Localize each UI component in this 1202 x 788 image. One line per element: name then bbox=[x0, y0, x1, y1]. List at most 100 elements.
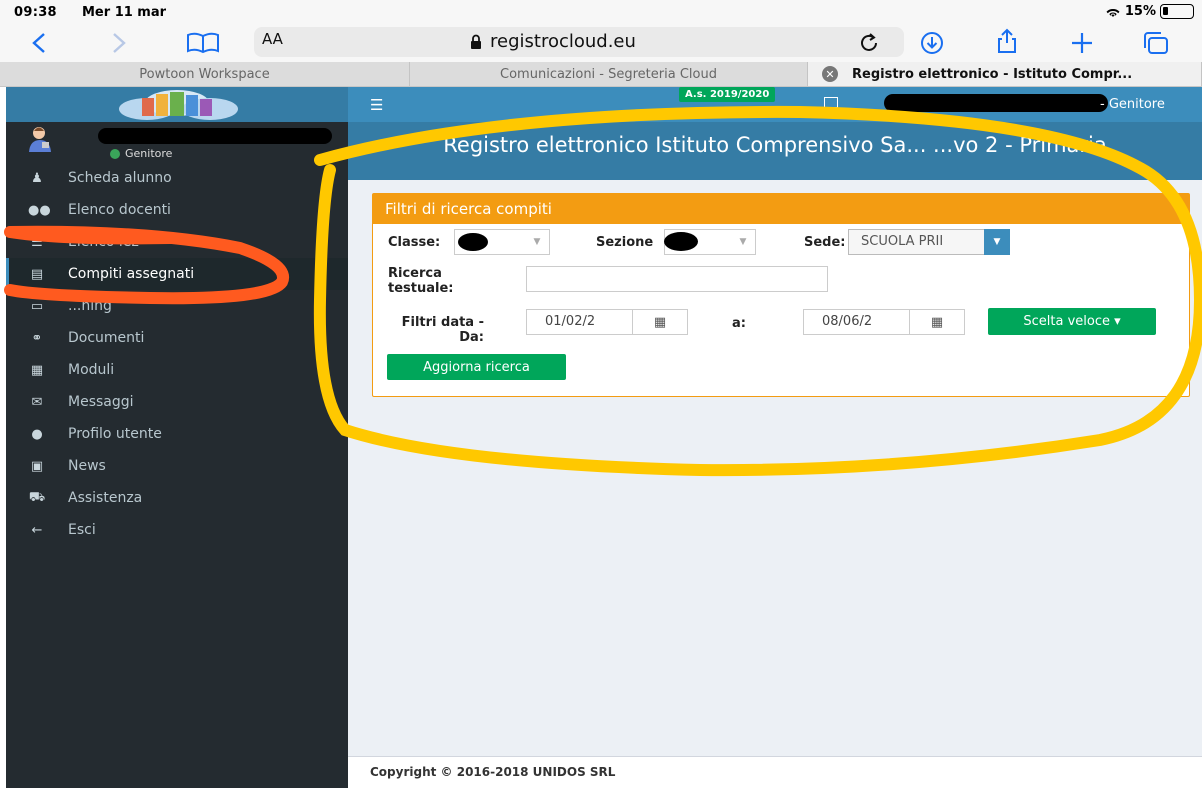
sidebar-item-scheda-alunno[interactable]: ♟ Scheda alunno bbox=[6, 162, 348, 194]
ricerca-testuale-input[interactable] bbox=[526, 266, 828, 292]
close-tab-icon[interactable]: ✕ bbox=[822, 66, 838, 82]
tab-comunicazioni[interactable]: Comunicazioni - Segreteria Cloud bbox=[410, 62, 808, 86]
sidebar-item-documenti[interactable]: ⚭ Documenti bbox=[6, 322, 348, 354]
lock-icon bbox=[471, 34, 481, 49]
user-role-top[interactable]: - Genitore bbox=[1100, 97, 1165, 112]
sidebar-item-news[interactable]: ▣ News bbox=[6, 450, 348, 482]
sidebar-item-label: Compiti assegnati bbox=[68, 266, 195, 282]
sede-select[interactable]: SCUOLA PRII ▼ bbox=[848, 229, 1010, 255]
back-icon[interactable] bbox=[30, 28, 50, 58]
ios-status-bar: 09:38 Mer 11 mar 15% bbox=[0, 0, 1202, 24]
sidebar-item-compiti-assegnati[interactable]: ▤ Compiti assegnati bbox=[6, 258, 348, 290]
sezione-label: Sezione bbox=[596, 235, 654, 250]
text-size-button[interactable]: AA bbox=[262, 30, 283, 48]
elearning-icon: ▭ bbox=[30, 298, 44, 314]
sidebar: Genitore ♟ Scheda alunno ●● Elenco docenti… bbox=[6, 87, 348, 788]
online-dot-icon bbox=[110, 148, 120, 159]
list-icon: ☰ bbox=[31, 234, 43, 250]
ambulance-icon: ⛟ bbox=[28, 489, 46, 505]
sidebar-item-label: Scheda alunno bbox=[68, 170, 172, 186]
sidebar-item-label: Messaggi bbox=[68, 394, 134, 410]
footer-copyright: Copyright © 2016-2018 UNIDOS SRL bbox=[348, 756, 1202, 788]
ricerca-label: Ricerca testuale: bbox=[388, 266, 454, 296]
url-text: registrocloud.eu bbox=[490, 31, 636, 52]
user-panel: Genitore bbox=[6, 122, 348, 162]
wifi-icon bbox=[1106, 8, 1120, 17]
sidebar-item-elearning[interactable]: ▭ ...ning bbox=[6, 290, 348, 322]
date: Mer 11 mar bbox=[82, 5, 167, 20]
tab-registro-label: Registro elettronico - Istituto Compr... bbox=[852, 66, 1133, 82]
arrow-left-icon: ← bbox=[31, 522, 43, 538]
user-role: Genitore bbox=[125, 147, 173, 160]
sidebar-item-label: Profilo utente bbox=[68, 426, 162, 442]
sidebar-item-label: Elenco lez bbox=[68, 234, 139, 250]
assignment-icon: ▤ bbox=[30, 266, 44, 282]
calendar-icon[interactable]: ▦ bbox=[909, 309, 965, 335]
download-icon[interactable] bbox=[920, 28, 944, 58]
sidebar-brand[interactable] bbox=[6, 87, 348, 122]
newspaper-icon: ▣ bbox=[30, 458, 44, 474]
chevron-down-icon: ▼ bbox=[739, 237, 747, 247]
redacted-classe-value bbox=[458, 233, 488, 251]
sidebar-item-label: News bbox=[68, 458, 106, 474]
menu-toggle-icon[interactable]: ☰ bbox=[370, 96, 383, 114]
share-icon[interactable] bbox=[996, 26, 1018, 56]
tab-registro[interactable]: ✕ Registro elettronico - Istituto Compr.… bbox=[808, 62, 1202, 86]
screenshot-root: 09:38 Mer 11 mar 15% AA registrocloud.eu bbox=[0, 0, 1202, 788]
child-icon: ♟ bbox=[31, 170, 43, 186]
battery-indicator: 15% bbox=[1105, 4, 1194, 19]
sidebar-item-profilo-utente[interactable]: ● Profilo utente bbox=[6, 418, 348, 450]
sidebar-item-elenco-docenti[interactable]: ●● Elenco docenti bbox=[6, 194, 348, 226]
sidebar-item-assistenza[interactable]: ⛟ Assistenza bbox=[6, 482, 348, 514]
messages-icon[interactable] bbox=[824, 97, 838, 108]
sede-value: SCUOLA PRII bbox=[861, 234, 944, 249]
avatar bbox=[29, 127, 51, 152]
sidebar-item-label: Documenti bbox=[68, 330, 145, 346]
bookmarks-icon[interactable] bbox=[186, 28, 220, 58]
sidebar-item-messaggi[interactable]: ✉ Messaggi bbox=[6, 386, 348, 418]
reload-icon[interactable] bbox=[858, 28, 880, 58]
filtri-data-label: Filtri data - Da: bbox=[401, 315, 484, 345]
tabs-overview-icon[interactable] bbox=[1142, 28, 1170, 58]
url-display[interactable]: registrocloud.eu bbox=[470, 31, 636, 52]
sidebar-item-label: Elenco docenti bbox=[68, 202, 171, 218]
classe-label: Classe: bbox=[388, 235, 441, 250]
sede-label: Sede: bbox=[804, 235, 846, 250]
tab-powtoon[interactable]: Powtoon Workspace bbox=[0, 62, 410, 86]
new-tab-icon[interactable] bbox=[1070, 28, 1094, 58]
user-icon: ● bbox=[31, 426, 43, 442]
user-status: Genitore bbox=[110, 147, 172, 160]
sidebar-item-moduli[interactable]: ▦ Moduli bbox=[6, 354, 348, 386]
date-to-input[interactable]: 08/06/2 bbox=[803, 309, 911, 335]
envelope-icon: ✉ bbox=[31, 394, 43, 410]
page-title: Registro elettronico Istituto Comprensiv… bbox=[348, 122, 1202, 180]
sidebar-item-label: Esci bbox=[68, 522, 96, 538]
a-label: a: bbox=[732, 316, 746, 331]
registrocloud-logo bbox=[119, 90, 238, 120]
paperclip-icon: ⚭ bbox=[31, 330, 43, 346]
date-from-input[interactable]: 01/02/2 bbox=[526, 309, 634, 335]
scelta-veloce-button[interactable]: Scelta veloce ▾ bbox=[988, 308, 1156, 335]
battery-percent: 15% bbox=[1124, 4, 1156, 19]
sidebar-item-label: ...ning bbox=[68, 298, 112, 314]
sidebar-item-label: Assistenza bbox=[68, 490, 143, 506]
sidebar-item-label: Moduli bbox=[68, 362, 115, 378]
forward-icon[interactable] bbox=[108, 28, 128, 58]
users-icon: ●● bbox=[28, 202, 51, 218]
sidebar-menu: ♟ Scheda alunno ●● Elenco docenti ☰ Elenco … bbox=[6, 162, 348, 546]
filters-panel-title: Filtri di ricerca compiti bbox=[373, 194, 1189, 224]
redacted-user-name bbox=[98, 128, 332, 144]
battery-icon bbox=[1160, 4, 1194, 19]
calendar-icon[interactable]: ▦ bbox=[632, 309, 688, 335]
sidebar-item-esci[interactable]: ← Esci bbox=[6, 514, 348, 546]
sidebar-item-elenco-lezioni[interactable]: ☰ Elenco lez bbox=[6, 226, 348, 258]
school-year-badge: A.s. 2019/2020 bbox=[679, 87, 776, 102]
top-navbar: ☰ A.s. 2019/2020 - Genitore bbox=[348, 87, 1202, 122]
main-content: ☰ A.s. 2019/2020 - Genitore Registro ele… bbox=[348, 87, 1202, 788]
redacted-user-name-top bbox=[884, 94, 1108, 112]
aggiorna-ricerca-button[interactable]: Aggiorna ricerca bbox=[387, 354, 566, 380]
redacted-sezione-value bbox=[664, 232, 698, 251]
browser-tab-strip: Powtoon Workspace Comunicazioni - Segret… bbox=[0, 62, 1202, 87]
chevron-down-icon: ▼ bbox=[533, 237, 541, 247]
clock: 09:38 bbox=[14, 5, 57, 20]
